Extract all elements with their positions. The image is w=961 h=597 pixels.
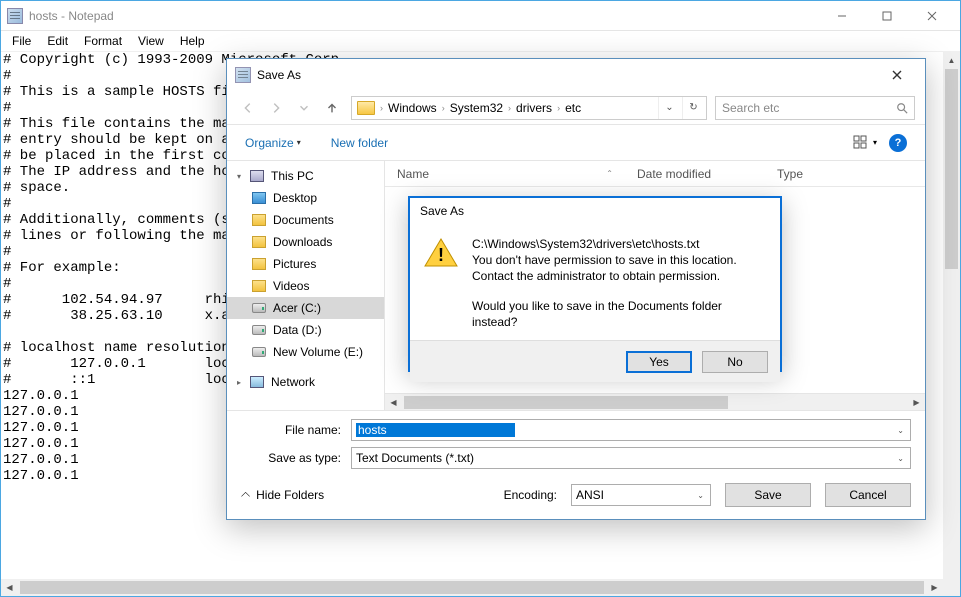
hide-folders-button[interactable]: Hide Folders: [241, 488, 324, 503]
notepad-icon: [235, 67, 251, 83]
chevron-right-icon[interactable]: ›: [442, 103, 445, 113]
close-button[interactable]: [909, 2, 954, 30]
cancel-button[interactable]: Cancel: [825, 483, 911, 507]
new-folder-button[interactable]: New folder: [331, 136, 388, 150]
maximize-button[interactable]: [864, 2, 909, 30]
permission-question: Would you like to save in the Documents …: [472, 298, 766, 330]
no-button[interactable]: No: [702, 351, 768, 373]
scroll-thumb[interactable]: [945, 69, 958, 269]
notepad-titlebar[interactable]: hosts - Notepad: [1, 1, 960, 31]
breadcrumb-item[interactable]: Windows: [385, 101, 440, 115]
close-button[interactable]: [877, 65, 917, 85]
saveas-toolbar: Organize▾ New folder ▾ ?: [227, 125, 925, 161]
permission-dialog-title[interactable]: Save As: [410, 198, 780, 224]
scroll-left-icon[interactable]: ◀: [385, 394, 402, 411]
permission-dialog: Save As ! C:\Windows\System32\drivers\et…: [408, 196, 782, 372]
tree-pictures[interactable]: Pictures: [227, 253, 384, 275]
tree-videos[interactable]: Videos: [227, 275, 384, 297]
organize-button[interactable]: Organize▾: [245, 136, 301, 150]
tree-downloads[interactable]: Downloads: [227, 231, 384, 253]
address-bar[interactable]: › Windows › System32 › drivers › etc ⌄ ↻: [351, 96, 707, 120]
up-button[interactable]: [321, 97, 343, 119]
breadcrumb-item[interactable]: System32: [447, 101, 506, 115]
breadcrumb-item[interactable]: etc: [562, 101, 584, 115]
scroll-thumb[interactable]: [20, 581, 924, 594]
permission-line2: Contact the administrator to obtain perm…: [472, 268, 766, 284]
scroll-up-icon[interactable]: ▲: [943, 52, 960, 69]
tree-documents[interactable]: Documents: [227, 209, 384, 231]
notepad-icon: [7, 8, 23, 24]
scroll-right-icon[interactable]: ▶: [926, 579, 943, 596]
warning-icon: !: [424, 238, 458, 268]
scroll-corner: [943, 579, 960, 596]
folder-icon: [357, 101, 375, 115]
permission-message: C:\Windows\System32\drivers\etc\hosts.tx…: [472, 236, 766, 330]
saveas-form: File name: ⌄ Save as type: Text Document…: [227, 410, 925, 519]
horizontal-scrollbar[interactable]: ◀ ▶: [1, 579, 943, 596]
column-type[interactable]: Type: [765, 167, 815, 181]
view-options-button[interactable]: ▾: [853, 135, 877, 151]
menu-format[interactable]: Format: [77, 32, 129, 50]
search-input[interactable]: Search etc: [715, 96, 915, 120]
recent-dropdown[interactable]: [293, 97, 315, 119]
column-name[interactable]: Name: [397, 167, 429, 181]
tree-drive-c[interactable]: Acer (C:): [227, 297, 384, 319]
saveas-titlebar[interactable]: Save As: [227, 59, 925, 91]
help-button[interactable]: ?: [889, 134, 907, 152]
scroll-thumb[interactable]: [404, 396, 728, 409]
file-list-header[interactable]: Name⌃ Date modified Type: [385, 161, 925, 187]
scroll-right-icon[interactable]: ▶: [908, 394, 925, 411]
tree-desktop[interactable]: Desktop: [227, 187, 384, 209]
scroll-left-icon[interactable]: ◀: [1, 579, 18, 596]
svg-text:!: !: [438, 245, 444, 265]
filename-label: File name:: [241, 423, 351, 437]
breadcrumb-item[interactable]: drivers: [513, 101, 555, 115]
minimize-button[interactable]: [819, 2, 864, 30]
file-list-hscroll[interactable]: ◀ ▶: [385, 393, 925, 410]
filename-input[interactable]: ⌄: [351, 419, 911, 441]
search-icon: [896, 102, 908, 114]
savetype-label: Save as type:: [241, 451, 351, 465]
tree-network[interactable]: Network: [227, 371, 384, 393]
menu-edit[interactable]: Edit: [40, 32, 75, 50]
tree-drive-d[interactable]: Data (D:): [227, 319, 384, 341]
address-dropdown[interactable]: ⌄: [658, 97, 680, 119]
back-button[interactable]: [237, 97, 259, 119]
encoding-label: Encoding:: [504, 488, 557, 502]
permission-path: C:\Windows\System32\drivers\etc\hosts.tx…: [472, 236, 766, 252]
save-button[interactable]: Save: [725, 483, 811, 507]
refresh-button[interactable]: ↻: [682, 97, 704, 119]
savetype-select[interactable]: Text Documents (*.txt)⌄: [351, 447, 911, 469]
tree-drive-e[interactable]: New Volume (E:): [227, 341, 384, 363]
search-placeholder: Search etc: [722, 101, 779, 115]
chevron-right-icon[interactable]: ›: [508, 103, 511, 113]
menu-view[interactable]: View: [131, 32, 171, 50]
chevron-right-icon[interactable]: ›: [380, 103, 383, 113]
menu-file[interactable]: File: [5, 32, 38, 50]
column-date[interactable]: Date modified: [625, 167, 765, 181]
folder-tree: This PC Desktop Documents Downloads Pict…: [227, 161, 385, 410]
notepad-title: hosts - Notepad: [29, 9, 819, 23]
notepad-menubar: File Edit Format View Help: [1, 31, 960, 51]
chevron-right-icon[interactable]: ›: [557, 103, 560, 113]
tree-this-pc[interactable]: This PC: [227, 165, 384, 187]
vertical-scrollbar[interactable]: ▲: [943, 52, 960, 579]
saveas-navbar: › Windows › System32 › drivers › etc ⌄ ↻…: [227, 91, 925, 125]
encoding-select[interactable]: ANSI⌄: [571, 484, 711, 506]
permission-line1: You don't have permission to save in thi…: [472, 252, 766, 268]
forward-button[interactable]: [265, 97, 287, 119]
saveas-title: Save As: [257, 68, 877, 82]
menu-help[interactable]: Help: [173, 32, 212, 50]
yes-button[interactable]: Yes: [626, 351, 692, 373]
